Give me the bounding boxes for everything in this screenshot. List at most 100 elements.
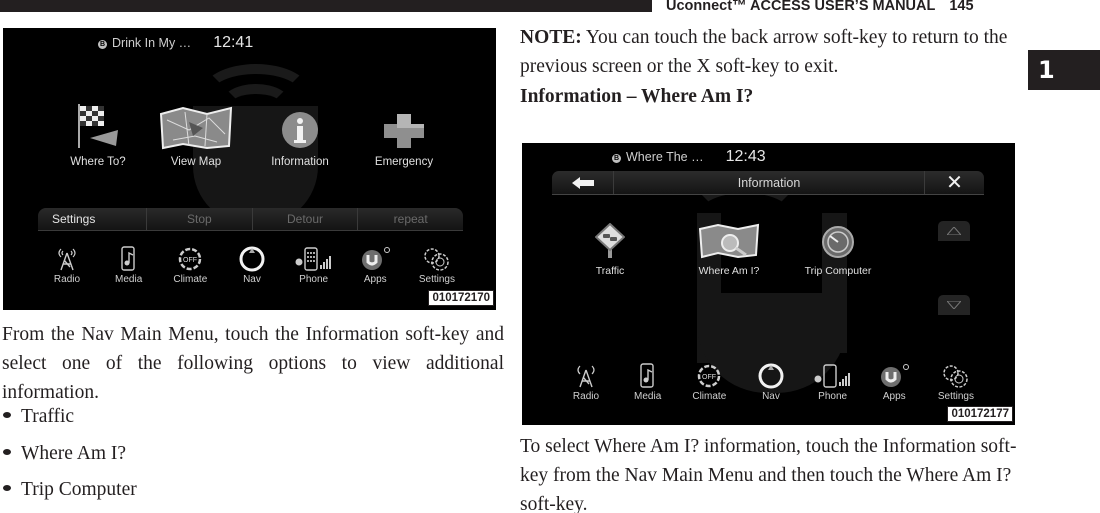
dock-radio[interactable]: Radio bbox=[558, 363, 614, 402]
uconnect-apps-icon bbox=[359, 246, 391, 272]
figure-id: 010172177 bbox=[947, 406, 1013, 422]
svg-text:OFF: OFF bbox=[183, 257, 197, 264]
clock: 12:41 bbox=[213, 34, 254, 51]
dock-climate[interactable]: OFF Climate bbox=[681, 363, 737, 402]
information-app-grid: Traffic Where Am I? Trip Computer bbox=[580, 221, 888, 277]
information-button[interactable]: Information bbox=[252, 98, 348, 168]
dock-settings-label: Settings bbox=[418, 274, 455, 285]
dock-settings[interactable]: Settings bbox=[409, 246, 465, 285]
uconnect-apps-icon bbox=[878, 363, 910, 389]
screen-title: Information bbox=[737, 176, 801, 190]
trip-computer-button[interactable]: Trip Computer bbox=[788, 221, 888, 277]
media-phone-icon bbox=[639, 363, 657, 389]
note-text: You can touch the back arrow soft-key to… bbox=[520, 27, 1008, 77]
list-item-label: Traffic bbox=[21, 406, 75, 427]
dock-phone[interactable]: Phone bbox=[805, 363, 861, 402]
radio-tower-icon bbox=[56, 246, 78, 272]
status-bar: B Drink In My … 12:41 bbox=[98, 34, 253, 52]
section-heading: Information – Where Am I? bbox=[520, 86, 754, 107]
information-options-list: Traffic Where Am I? Trip Computer bbox=[3, 402, 137, 512]
dock-radio-label: Radio bbox=[53, 274, 81, 285]
dock-phone[interactable]: Phone bbox=[286, 246, 342, 285]
dock-radio[interactable]: Radio bbox=[39, 246, 95, 285]
close-button[interactable]: ✕ bbox=[924, 171, 984, 194]
dock-apps-label: Apps bbox=[363, 274, 387, 285]
dock-phone-label: Phone bbox=[818, 391, 848, 402]
dock-nav[interactable]: Nav bbox=[743, 363, 799, 402]
scroll-up-button[interactable] bbox=[938, 221, 970, 241]
where-am-i-button[interactable]: Where Am I? bbox=[684, 221, 774, 277]
dock-settings-label: Settings bbox=[937, 391, 974, 402]
map-magnifier-icon bbox=[698, 221, 760, 259]
back-button[interactable] bbox=[552, 171, 614, 194]
phone-keypad-icon bbox=[813, 363, 853, 389]
radio-tower-icon bbox=[575, 363, 597, 389]
softkey-stop[interactable]: Stop bbox=[146, 208, 252, 230]
list-item-label: Trip Computer bbox=[21, 479, 137, 500]
information-title-bar: Information ✕ bbox=[552, 171, 984, 195]
softkey-detour[interactable]: Detour bbox=[251, 208, 358, 230]
dock-nav[interactable]: Nav bbox=[224, 246, 280, 285]
dock-climate-label: Climate bbox=[692, 391, 727, 402]
traffic-sign-icon bbox=[595, 221, 625, 259]
page-number: 145 bbox=[949, 0, 974, 14]
chapter-tab: 1 bbox=[1028, 50, 1100, 90]
dock-media[interactable]: Media bbox=[620, 363, 676, 402]
information-screenshot: B Where The … 12:43 Information ✕ Traffic … bbox=[522, 143, 1015, 425]
dock-apps[interactable]: Apps bbox=[866, 363, 922, 402]
phone-keypad-icon bbox=[294, 246, 334, 272]
softkey-repeat[interactable]: repeat bbox=[357, 208, 463, 230]
note-label: NOTE: bbox=[520, 27, 582, 48]
trip-computer-label: Trip Computer bbox=[804, 265, 872, 277]
triangle-up-icon bbox=[947, 227, 961, 235]
bullet-icon bbox=[3, 448, 11, 455]
list-item: Where Am I? bbox=[3, 439, 137, 476]
body-paragraph: To select Where Am I? information, touch… bbox=[520, 436, 1017, 513]
intro-paragraph: From the Nav Main Menu, touch the Inform… bbox=[2, 324, 504, 403]
dock-nav-label: Nav bbox=[243, 274, 261, 285]
dock-media-label: Media bbox=[634, 391, 662, 402]
traffic-button[interactable]: Traffic bbox=[580, 221, 640, 277]
softkey-settings[interactable]: Settings bbox=[38, 208, 146, 230]
climate-off-icon: OFF bbox=[176, 246, 204, 272]
clock: 12:43 bbox=[725, 148, 766, 165]
bullet-icon bbox=[3, 412, 11, 418]
nav-compass-icon bbox=[237, 246, 267, 272]
main-dock: Radio Media OFF Climate Nav Phone Apps S… bbox=[39, 246, 465, 285]
media-phone-icon bbox=[120, 246, 138, 272]
header-rule bbox=[0, 0, 652, 12]
map-icon bbox=[159, 98, 233, 150]
list-item: Traffic bbox=[3, 402, 137, 439]
status-bar: B Where The … 12:43 bbox=[612, 148, 766, 166]
settings-gears-icon bbox=[939, 363, 973, 389]
view-map-label: View Map bbox=[170, 156, 222, 168]
dock-climate[interactable]: OFF Climate bbox=[162, 246, 218, 285]
where-am-i-label: Where Am I? bbox=[698, 265, 760, 277]
note-paragraph: NOTE: You can touch the back arrow soft-… bbox=[520, 23, 1025, 81]
triangle-down-icon bbox=[947, 301, 961, 309]
settings-gears-icon bbox=[420, 246, 454, 272]
emergency-button[interactable]: Emergency bbox=[356, 98, 452, 168]
list-item: Trip Computer bbox=[3, 475, 137, 512]
where-to-button[interactable]: Where To? bbox=[58, 98, 138, 168]
climate-off-icon: OFF bbox=[695, 363, 723, 389]
emergency-label: Emergency bbox=[374, 156, 434, 168]
trip-computer-gauge-icon bbox=[821, 221, 855, 259]
traffic-label: Traffic bbox=[595, 265, 625, 277]
manual-title: Uconnect™ ACCESS USER’S MANUAL bbox=[666, 0, 936, 14]
nav-main-menu-screenshot: B Drink In My … 12:41 Where To? View Map… bbox=[3, 28, 496, 310]
dock-radio-label: Radio bbox=[572, 391, 600, 402]
dock-phone-label: Phone bbox=[299, 274, 329, 285]
dock-nav-label: Nav bbox=[762, 391, 780, 402]
main-dock: Radio Media OFF Climate Nav Phone Apps S… bbox=[558, 363, 984, 402]
nav-compass-icon bbox=[756, 363, 786, 389]
scroll-down-button[interactable] bbox=[938, 295, 970, 315]
view-map-button[interactable]: View Map bbox=[146, 98, 246, 168]
bullet-icon bbox=[3, 485, 11, 491]
checkered-flag-icon bbox=[72, 98, 124, 150]
list-item-label: Where Am I? bbox=[21, 442, 127, 464]
dock-settings[interactable]: Settings bbox=[928, 363, 984, 402]
emergency-cross-icon bbox=[382, 98, 426, 150]
dock-apps[interactable]: Apps bbox=[347, 246, 403, 285]
dock-media[interactable]: Media bbox=[101, 246, 157, 285]
